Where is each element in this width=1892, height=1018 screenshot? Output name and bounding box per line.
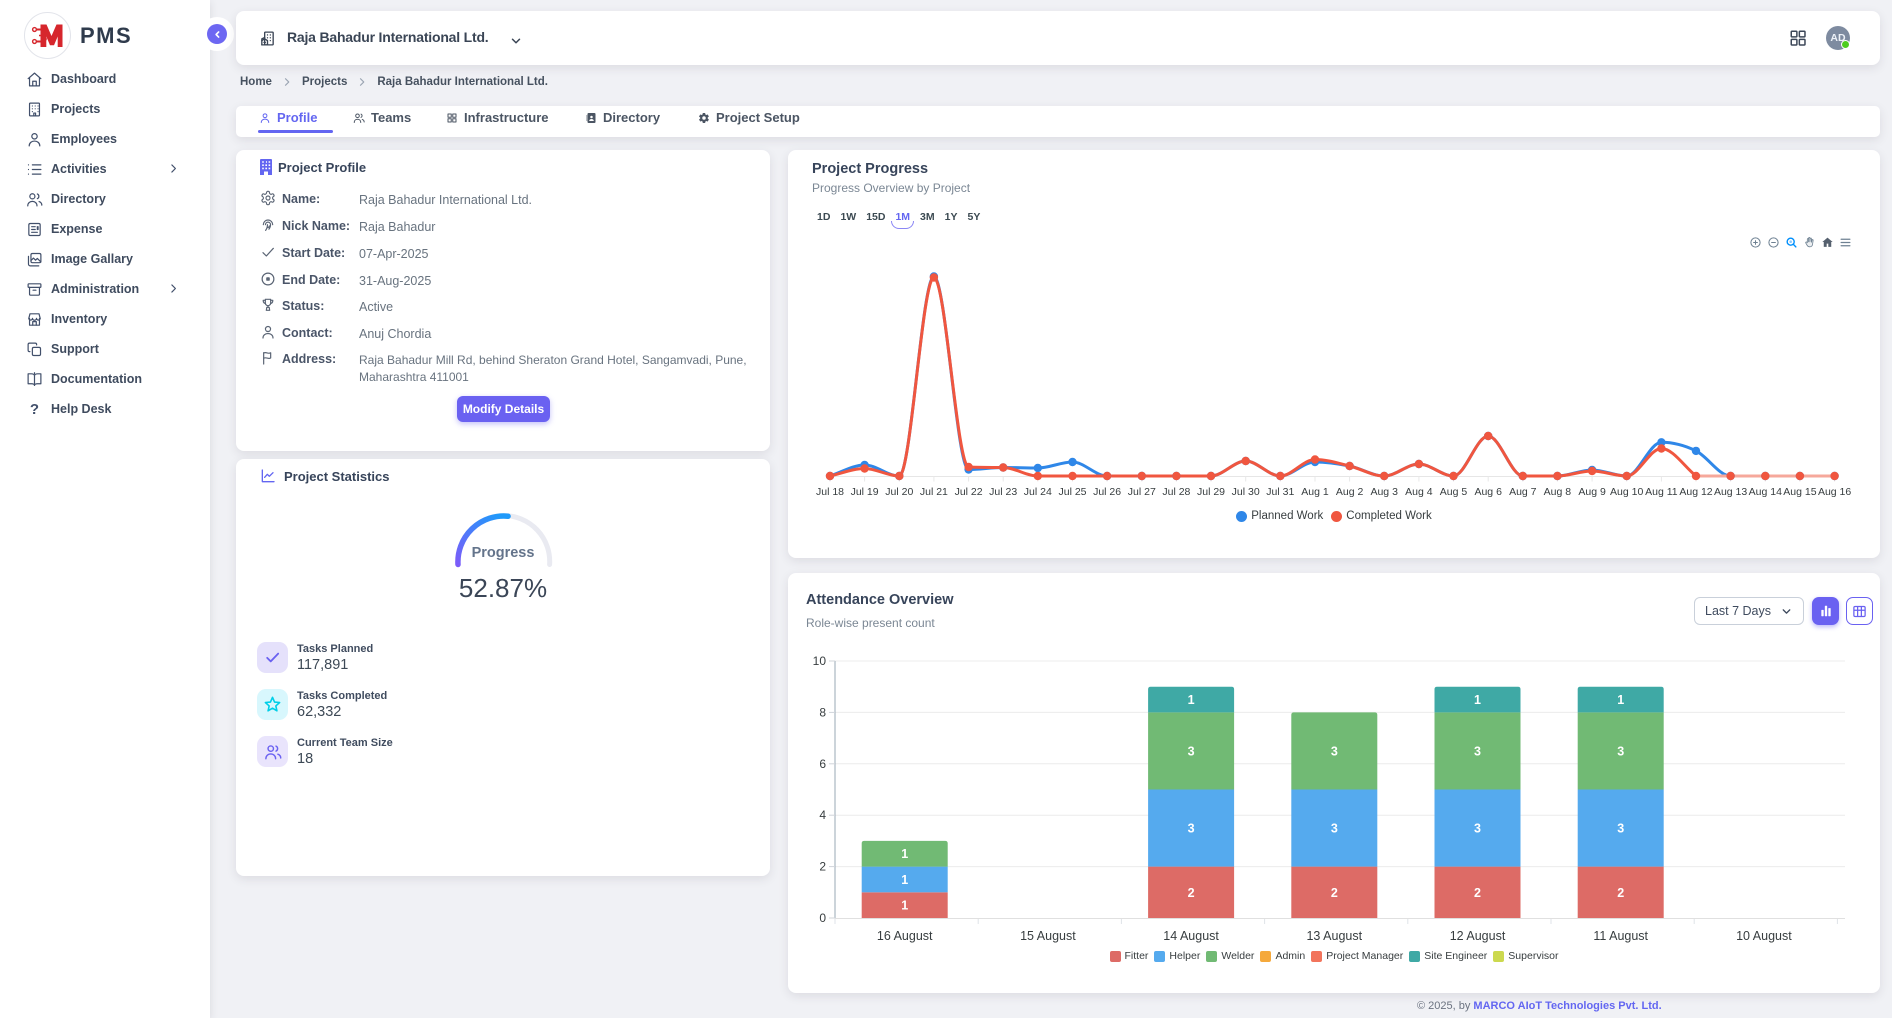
- svg-text:Jul 24: Jul 24: [1024, 486, 1052, 498]
- svg-text:3: 3: [1188, 822, 1195, 836]
- svg-text:Jul 22: Jul 22: [955, 486, 983, 498]
- svg-text:Aug 11: Aug 11: [1645, 486, 1678, 498]
- svg-text:1: 1: [1474, 693, 1481, 707]
- svg-text:10: 10: [813, 654, 827, 668]
- svg-text:11 August: 11 August: [1593, 929, 1648, 943]
- svg-text:1: 1: [901, 899, 908, 913]
- svg-text:14 August: 14 August: [1163, 929, 1219, 943]
- svg-text:Jul 19: Jul 19: [851, 486, 879, 498]
- svg-text:1: 1: [1188, 693, 1195, 707]
- svg-text:3: 3: [1474, 822, 1481, 836]
- svg-text:3: 3: [1331, 744, 1338, 758]
- svg-text:0: 0: [819, 911, 826, 925]
- svg-text:13 August: 13 August: [1306, 929, 1362, 943]
- svg-text:Jul 31: Jul 31: [1266, 486, 1294, 498]
- svg-text:Jul 26: Jul 26: [1093, 486, 1121, 498]
- svg-text:Aug 5: Aug 5: [1440, 486, 1468, 498]
- svg-text:2: 2: [1474, 886, 1481, 900]
- svg-text:10 August: 10 August: [1736, 929, 1792, 943]
- svg-text:Aug 12: Aug 12: [1679, 486, 1712, 498]
- svg-text:Jul 23: Jul 23: [989, 486, 1017, 498]
- svg-text:15 August: 15 August: [1020, 929, 1076, 943]
- svg-text:3: 3: [1474, 744, 1481, 758]
- svg-text:3: 3: [1617, 822, 1624, 836]
- svg-text:Jul 21: Jul 21: [920, 486, 948, 498]
- svg-text:Aug 1: Aug 1: [1301, 486, 1329, 498]
- svg-text:2: 2: [1188, 886, 1195, 900]
- svg-text:6: 6: [819, 757, 826, 771]
- svg-text:3: 3: [1188, 744, 1195, 758]
- svg-text:Aug 10: Aug 10: [1610, 486, 1643, 498]
- svg-text:Aug 3: Aug 3: [1370, 486, 1398, 498]
- svg-text:Jul 25: Jul 25: [1058, 486, 1086, 498]
- svg-text:Jul 28: Jul 28: [1162, 486, 1190, 498]
- svg-text:Aug 7: Aug 7: [1509, 486, 1537, 498]
- svg-text:52.87%: 52.87%: [459, 573, 547, 603]
- svg-text:Jul 30: Jul 30: [1232, 486, 1260, 498]
- svg-text:Jul 20: Jul 20: [885, 486, 913, 498]
- svg-text:1: 1: [901, 873, 908, 887]
- svg-text:Progress: Progress: [472, 545, 535, 561]
- svg-text:Aug 8: Aug 8: [1544, 486, 1572, 498]
- svg-text:2: 2: [1617, 886, 1624, 900]
- svg-text:12 August: 12 August: [1450, 929, 1506, 943]
- svg-text:Aug 4: Aug 4: [1405, 486, 1433, 498]
- svg-text:3: 3: [1331, 822, 1338, 836]
- svg-text:Aug 13: Aug 13: [1714, 486, 1747, 498]
- svg-text:Jul 27: Jul 27: [1128, 486, 1156, 498]
- svg-text:1: 1: [1617, 693, 1624, 707]
- svg-text:Aug 16: Aug 16: [1818, 486, 1851, 498]
- svg-text:Jul 18: Jul 18: [816, 486, 844, 498]
- svg-text:8: 8: [819, 705, 826, 719]
- svg-text:1: 1: [901, 847, 908, 861]
- svg-text:Aug 2: Aug 2: [1336, 486, 1364, 498]
- svg-text:3: 3: [1617, 744, 1624, 758]
- svg-text:2: 2: [1331, 886, 1338, 900]
- svg-text:Aug 14: Aug 14: [1749, 486, 1782, 498]
- svg-text:16 August: 16 August: [877, 929, 933, 943]
- svg-text:Aug 6: Aug 6: [1474, 486, 1502, 498]
- svg-text:4: 4: [819, 808, 826, 822]
- svg-text:2: 2: [819, 860, 826, 874]
- svg-text:Aug 15: Aug 15: [1783, 486, 1816, 498]
- svg-text:Jul 29: Jul 29: [1197, 486, 1225, 498]
- svg-text:Aug 9: Aug 9: [1578, 486, 1606, 498]
